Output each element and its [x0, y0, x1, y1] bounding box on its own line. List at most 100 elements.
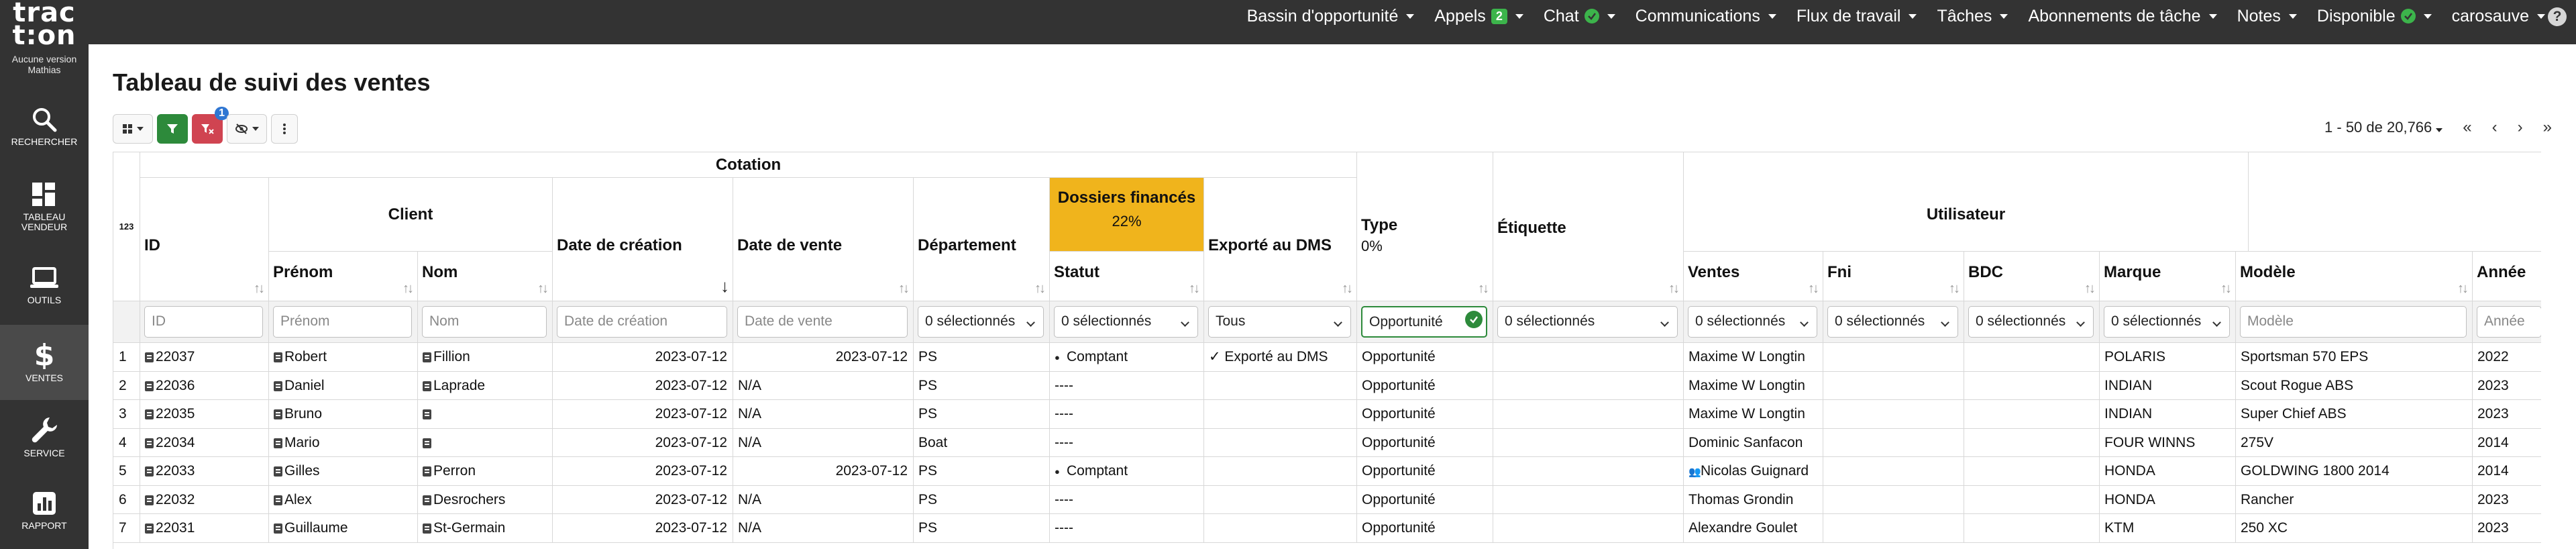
column-header-departement[interactable]: Département ↑↓ [914, 178, 1050, 301]
last-page-button[interactable]: » [2543, 118, 2552, 137]
filter-modele-input[interactable]: Modèle [2240, 306, 2467, 338]
filter-type-select[interactable]: Opportunité [1361, 306, 1487, 338]
cell-prenom[interactable]: Bruno [269, 400, 418, 429]
menu-disponible[interactable]: Disponible [2317, 7, 2432, 26]
filter-exporte-select[interactable]: Tous [1208, 306, 1351, 338]
column-header-etiquette[interactable]: Étiquette ↑↓ [1493, 178, 1684, 301]
column-header-ventes[interactable]: Ventes ↑↓ [1684, 252, 1823, 301]
filter-departement-select[interactable]: 0 sélectionnés [918, 306, 1044, 338]
sidebar-item-tableau-vendeur[interactable]: TABLEAU VENDEUR [0, 166, 89, 242]
sidebar-item-rechercher[interactable]: RECHERCHER [0, 91, 89, 166]
column-header-modele[interactable]: Modèle ↑↓ [2236, 252, 2473, 301]
record-icon[interactable] [145, 409, 154, 419]
cell-nom[interactable]: Laprade [418, 371, 553, 400]
sidebar-item-ventes[interactable]: $ VENTES [0, 325, 89, 400]
cell-prenom[interactable]: Mario [269, 428, 418, 457]
visibility-button[interactable] [227, 114, 267, 144]
sort-icon[interactable]: ↑↓ [402, 281, 414, 297]
record-icon[interactable] [274, 466, 282, 477]
column-header-marque[interactable]: Marque ↑↓ [2100, 252, 2236, 301]
sort-icon[interactable]: ↑↓ [1808, 281, 1819, 297]
filter-button[interactable] [157, 114, 188, 144]
record-icon[interactable] [145, 352, 154, 362]
sort-icon[interactable]: ↑↓ [537, 281, 549, 297]
record-icon[interactable] [423, 409, 431, 419]
record-icon[interactable] [423, 438, 431, 448]
filter-date-vente-input[interactable]: Date de vente [737, 306, 908, 338]
column-header-date-vente[interactable]: Date de vente ↑↓ [733, 178, 914, 301]
record-icon[interactable] [274, 409, 282, 419]
cell-id[interactable]: 22035 [140, 400, 269, 429]
sort-icon[interactable]: ↑↓ [898, 281, 910, 297]
layout-button[interactable] [113, 114, 153, 144]
menu-communications[interactable]: Communications [1635, 7, 1776, 26]
sidebar-item-outils[interactable]: OUTILS [0, 250, 89, 325]
sort-icon[interactable]: ↑↓ [1478, 281, 1489, 297]
menu-appels[interactable]: Appels 2 [1434, 7, 1523, 26]
cell-prenom[interactable]: Robert [269, 343, 418, 372]
column-header-fni[interactable]: Fni ↑↓ [1823, 252, 1964, 301]
filter-statut-select[interactable]: 0 sélectionnés [1054, 306, 1198, 338]
filter-fni-select[interactable]: 0 sélectionnés [1827, 306, 1958, 338]
record-icon[interactable] [274, 523, 282, 534]
filter-date-creation-input[interactable]: Date de création [557, 306, 727, 338]
cell-id[interactable]: 22034 [140, 428, 269, 457]
cell-nom[interactable]: St-Germain [418, 514, 553, 543]
cell-nom[interactable] [418, 400, 553, 429]
menu-chat[interactable]: Chat [1544, 7, 1615, 26]
cell-id[interactable]: 22037 [140, 343, 269, 372]
app-logo[interactable]: trac t:on Aucune version Mathias [0, 0, 89, 86]
column-header-annee[interactable]: Année [2473, 252, 2541, 301]
cell-nom[interactable]: Perron [418, 457, 553, 486]
filter-id-input[interactable]: ID [144, 306, 263, 338]
filter-marque-select[interactable]: 0 sélectionnés [2104, 306, 2230, 338]
menu-flux-de-travail[interactable]: Flux de travail [1796, 7, 1917, 26]
next-page-button[interactable]: › [2518, 118, 2523, 137]
menu-user[interactable]: carosauve [2452, 7, 2545, 26]
filter-prenom-input[interactable]: Prénom [273, 306, 412, 338]
cell-nom[interactable] [418, 428, 553, 457]
cell-nom[interactable]: Desrochers [418, 485, 553, 514]
filter-nom-input[interactable]: Nom [422, 306, 547, 338]
sort-descending-icon[interactable]: ↓ [720, 276, 729, 297]
filter-etiquette-select[interactable]: 0 sélectionnés [1497, 306, 1678, 338]
record-icon[interactable] [423, 352, 431, 362]
cell-id[interactable]: 22032 [140, 485, 269, 514]
record-icon[interactable] [423, 381, 431, 391]
record-icon[interactable] [145, 523, 154, 534]
sort-icon[interactable]: ↑↓ [2457, 281, 2469, 297]
sort-icon[interactable]: ↑↓ [1034, 281, 1046, 297]
record-icon[interactable] [274, 495, 282, 505]
column-header-prenom[interactable]: Prénom ↑↓ [269, 252, 418, 301]
filter-ventes-select[interactable]: 0 sélectionnés [1688, 306, 1817, 338]
more-options-button[interactable] [271, 114, 298, 144]
cell-id[interactable]: 22033 [140, 457, 269, 486]
filter-annee-input[interactable]: Année [2477, 306, 2541, 338]
column-header-exporte[interactable]: Exporté au DMS ↑↓ [1204, 178, 1357, 301]
sort-icon[interactable]: ↑↓ [1189, 281, 1200, 297]
column-header-bdc[interactable]: BDC ↑↓ [1964, 252, 2100, 301]
help-icon[interactable]: ? [2548, 7, 2567, 26]
cell-id[interactable]: 22031 [140, 514, 269, 543]
sort-icon[interactable]: ↑↓ [1342, 281, 1353, 297]
record-icon[interactable] [274, 438, 282, 448]
menu-taches[interactable]: Tâches [1937, 7, 2008, 26]
sort-icon[interactable]: ↑↓ [2220, 281, 2232, 297]
prev-page-button[interactable]: ‹ [2492, 118, 2498, 137]
record-icon[interactable] [145, 495, 154, 505]
record-icon[interactable] [423, 466, 431, 477]
sidebar-item-service[interactable]: SERVICE [0, 400, 89, 475]
sort-icon[interactable]: ↑↓ [254, 281, 265, 297]
sort-icon[interactable]: ↑↓ [1949, 281, 1960, 297]
record-icon[interactable] [145, 381, 154, 391]
column-header-id[interactable]: ID ↑↓ [140, 178, 269, 301]
column-header-nom[interactable]: Nom ↑↓ [418, 252, 553, 301]
sort-icon[interactable]: ↑↓ [2084, 281, 2096, 297]
record-icon[interactable] [145, 438, 154, 448]
record-icon[interactable] [145, 466, 154, 477]
record-icon[interactable] [423, 495, 431, 505]
cell-prenom[interactable]: Guillaume [269, 514, 418, 543]
column-header-type[interactable]: Type 0% ↑↓ [1357, 178, 1493, 301]
record-icon[interactable] [423, 523, 431, 534]
column-header-date-creation[interactable]: Date de création ↓ [553, 178, 733, 301]
